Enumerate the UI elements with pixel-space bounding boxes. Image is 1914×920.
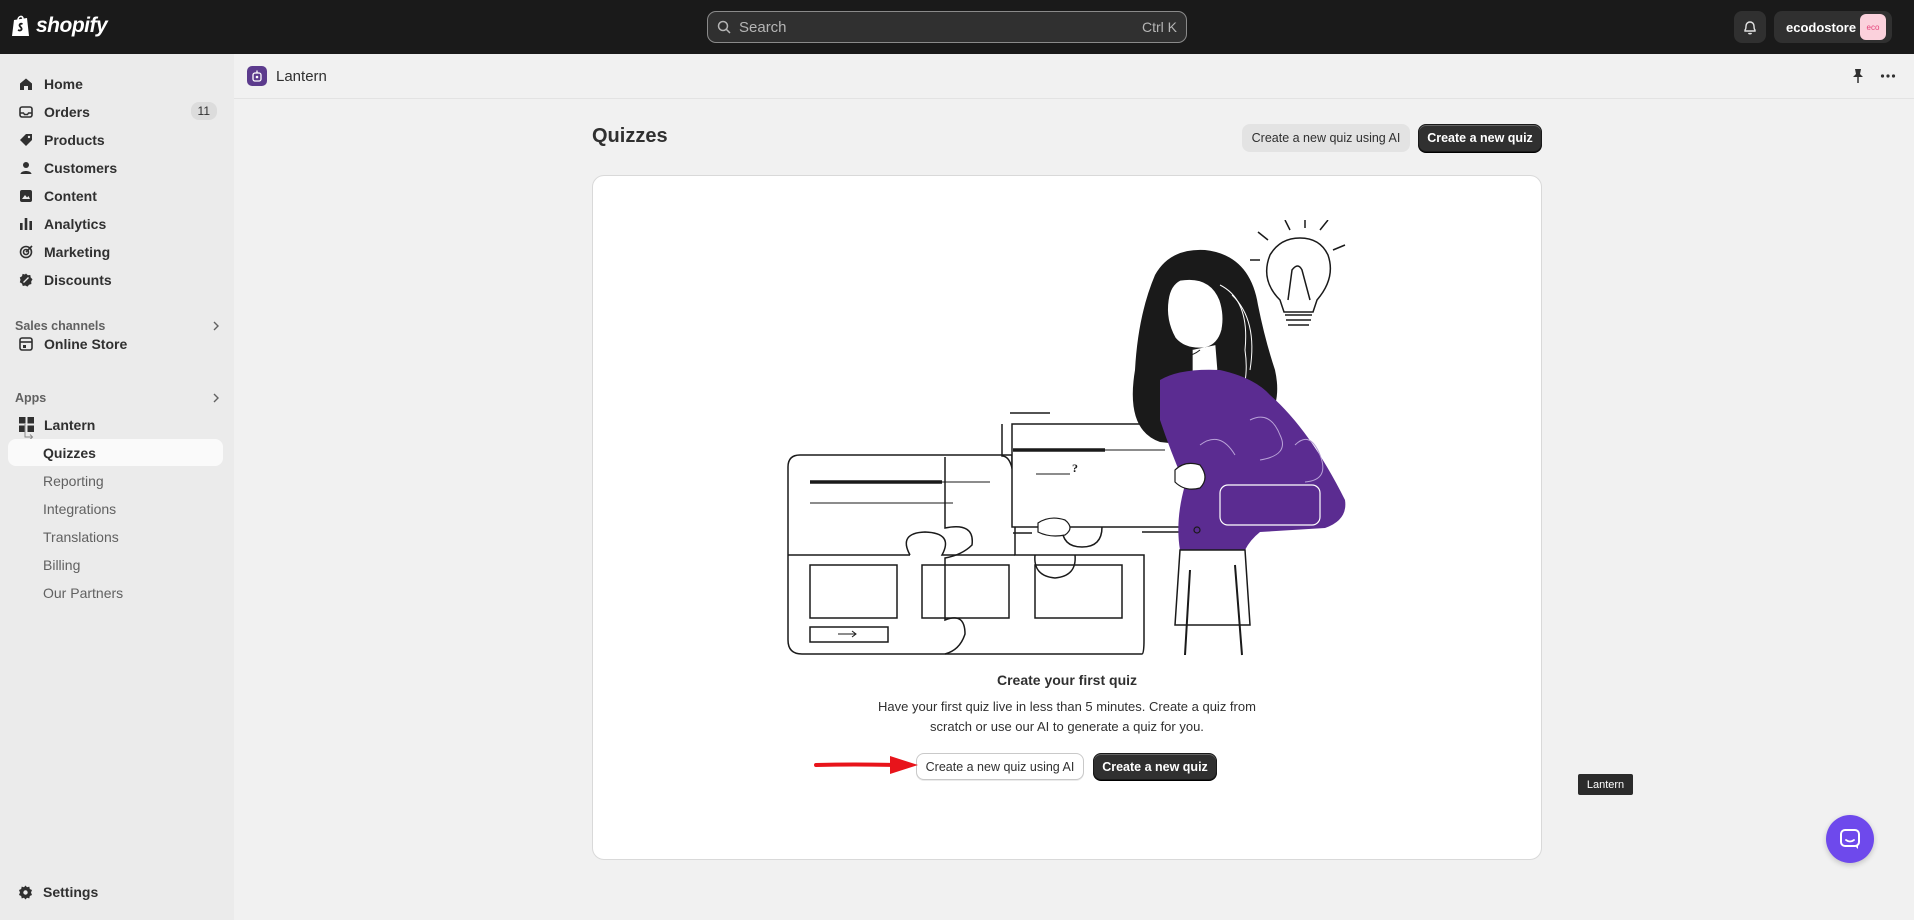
- sidebar-item-content[interactable]: Content: [8, 182, 223, 209]
- store-name: ecodostore: [1786, 19, 1857, 35]
- sidebar-item-label: Home: [44, 75, 83, 92]
- lantern-tooltip: Lantern: [1578, 774, 1633, 795]
- lightbulb-icon: [1250, 220, 1346, 326]
- notifications-button[interactable]: [1734, 11, 1766, 43]
- sidebar-item-label: Lantern: [44, 416, 96, 433]
- search-icon: [717, 20, 731, 34]
- ellipsis-icon: [1880, 74, 1896, 78]
- orders-icon: [18, 104, 34, 120]
- sidebar-subitem-our-partners[interactable]: Our Partners: [8, 579, 223, 606]
- orders-count-badge: 11: [190, 102, 217, 120]
- sidebar-subitem-reporting[interactable]: Reporting: [8, 467, 223, 494]
- home-icon: [18, 76, 34, 92]
- sidebar-item-label: Products: [44, 131, 105, 148]
- settings-label: Settings: [43, 884, 99, 900]
- pin-icon: [1853, 69, 1863, 83]
- sidebar-item-label: Content: [44, 187, 97, 204]
- sidebar-subitem-integrations[interactable]: Integrations: [8, 495, 223, 522]
- sidebar-item-customers[interactable]: Customers: [8, 154, 223, 181]
- sidebar-subitem-billing[interactable]: Billing: [8, 551, 223, 578]
- page-title: Quizzes: [592, 125, 668, 147]
- gear-icon: [18, 885, 33, 900]
- search-bar[interactable]: Search Ctrl K: [707, 11, 1187, 43]
- create-quiz-button[interactable]: Create a new quiz: [1418, 124, 1542, 152]
- sidebar-item-marketing[interactable]: Marketing: [8, 238, 223, 265]
- sidebar-item-orders[interactable]: Orders 11: [8, 98, 223, 125]
- store-avatar: eco: [1860, 14, 1886, 40]
- target-icon: [18, 244, 34, 260]
- apps-section[interactable]: Apps: [15, 391, 220, 405]
- more-actions-button[interactable]: [1880, 68, 1896, 89]
- discount-icon: [18, 272, 34, 288]
- shopify-wordmark: shopify: [36, 14, 108, 37]
- sidebar-item-lantern[interactable]: Lantern: [8, 411, 223, 438]
- apps-title: Apps: [15, 391, 47, 405]
- top-bar: shopify Search Ctrl K ecodostore eco: [0, 0, 1914, 54]
- chevron-right-icon: [213, 393, 219, 403]
- store-icon: [18, 336, 34, 352]
- person-icon: [18, 160, 34, 176]
- create-quiz-ai-button[interactable]: Create a new quiz using AI: [1242, 124, 1410, 152]
- chat-support-button[interactable]: [1826, 815, 1874, 863]
- sidebar-item-settings[interactable]: Settings: [8, 878, 223, 906]
- quiz-illustration: ?: [787, 220, 1346, 656]
- pin-button[interactable]: [1851, 68, 1865, 89]
- create-quiz-button-empty[interactable]: Create a new quiz: [1093, 753, 1217, 780]
- sidebar-item-online-store[interactable]: Online Store: [8, 330, 223, 357]
- chat-icon: [1840, 829, 1860, 849]
- sidebar-item-label: Analytics: [44, 215, 107, 232]
- search-shortcut: Ctrl K: [1142, 19, 1177, 35]
- shopify-bag-icon: [12, 15, 29, 36]
- sidebar-item-label: Customers: [44, 159, 118, 176]
- empty-state-title: Create your first quiz: [996, 672, 1138, 688]
- lantern-app-icon: [247, 66, 267, 86]
- sidebar-subitem-translations[interactable]: Translations: [8, 523, 223, 550]
- sidebar: Home Orders 11 Products Customers Conten…: [0, 54, 234, 920]
- search-placeholder: Search: [739, 18, 787, 36]
- shopify-logo[interactable]: shopify: [10, 14, 108, 38]
- sidebar-item-discounts[interactable]: Discounts: [8, 266, 223, 293]
- sidebar-item-label: Orders: [44, 103, 90, 120]
- sidebar-item-home[interactable]: Home: [8, 70, 223, 97]
- sidebar-item-analytics[interactable]: Analytics: [8, 210, 223, 237]
- sidebar-item-label: Marketing: [44, 243, 111, 260]
- sidebar-item-label: Online Store: [44, 335, 128, 352]
- sidebar-item-label: Discounts: [44, 271, 112, 288]
- empty-state-description: Have your first quiz live in less than 5…: [878, 699, 1256, 734]
- illustration-question-mark: ?: [1072, 461, 1078, 475]
- create-quiz-ai-button-empty[interactable]: Create a new quiz using AI: [916, 753, 1084, 780]
- app-header: Lantern: [234, 54, 1914, 99]
- bell-icon: [1744, 20, 1756, 34]
- annotation-arrow-icon: [814, 756, 918, 774]
- app-title: Lantern: [276, 67, 327, 85]
- tag-icon: [18, 132, 34, 148]
- bar-chart-icon: [18, 216, 34, 232]
- sidebar-subitem-quizzes[interactable]: Quizzes: [8, 439, 223, 466]
- content-icon: [18, 188, 34, 204]
- store-menu-button[interactable]: ecodostore eco: [1774, 11, 1892, 43]
- sidebar-item-products[interactable]: Products: [8, 126, 223, 153]
